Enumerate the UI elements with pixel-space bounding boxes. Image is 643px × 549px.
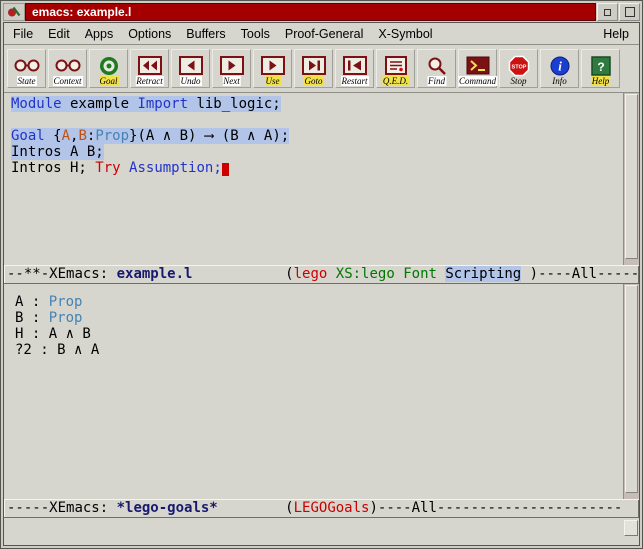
toolbar-goto-button[interactable]: Goto	[294, 49, 333, 88]
toolbar-context-label: Context	[53, 76, 83, 86]
minimize-button[interactable]	[597, 3, 618, 21]
help-icon: ?	[591, 56, 611, 76]
terminal-icon	[466, 56, 490, 75]
goals-text-area[interactable]: A : PropB : PropH : A ∧ B?2 : B ∧ A	[4, 284, 623, 499]
maximize-icon	[625, 7, 635, 17]
goals-buffer: A : PropB : PropH : A ∧ B?2 : B ∧ A	[4, 284, 639, 499]
toolbar-find-label: Find	[427, 76, 446, 86]
toolbar-retract-label: Retract	[135, 76, 164, 86]
toolbar-next-label: Next	[222, 76, 241, 86]
toolbar-undo-label: Undo	[180, 76, 202, 86]
right-triangle-icon	[220, 56, 244, 75]
svg-text:i: i	[558, 58, 562, 73]
code-line	[11, 112, 623, 128]
code-line: H : A ∧ B	[15, 326, 623, 342]
minimize-icon	[604, 9, 611, 16]
toolbar-retract-button[interactable]: Retract	[130, 49, 169, 88]
toolbar-restart-label: Restart	[341, 76, 369, 86]
right-triangle-icon	[261, 56, 285, 75]
left-triangle-icon	[179, 56, 203, 75]
editor-scrollbar-thumb[interactable]	[625, 94, 638, 259]
menu-options[interactable]: Options	[128, 27, 171, 41]
goals-modeline: -----XEmacs: *lego-goals* (LEGOGoals)---…	[4, 499, 639, 518]
code-line: Intros H; Try Assumption;	[11, 160, 623, 176]
menubar: File Edit Apps Options Buffers Tools Proof-Gen…	[4, 23, 639, 45]
code-line: Module example Import lib_logic;	[11, 96, 623, 112]
svg-text:?: ?	[597, 60, 604, 74]
menu-proof-general[interactable]: Proof-General	[285, 27, 364, 41]
toolbar-help-label: Help	[591, 76, 611, 86]
editor-buffer: Module example Import lib_logic; Goal {A…	[4, 93, 639, 265]
restart-icon	[343, 56, 367, 75]
toolbar-stop-label: Stop	[509, 76, 527, 86]
goals-scrollbar-thumb[interactable]	[625, 285, 638, 493]
toolbar-context-button[interactable]: Context	[48, 49, 87, 88]
menu-edit[interactable]: Edit	[48, 27, 70, 41]
code-line: B : Prop	[15, 310, 623, 326]
window-title[interactable]: emacs: example.l	[25, 3, 596, 21]
toolbar-undo-button[interactable]: Undo	[171, 49, 210, 88]
menu-buffers[interactable]: Buffers	[186, 27, 225, 41]
editor-scrollbar[interactable]	[623, 93, 639, 265]
stop-sign-icon: STOP	[508, 55, 530, 77]
toolbar-goal-button[interactable]: Goal	[89, 49, 128, 88]
toolbar-state-button[interactable]: State	[7, 49, 46, 88]
toolbar-state-label: State	[17, 76, 37, 86]
toolbar-goal-label: Goal	[99, 76, 119, 86]
code-line: Intros A B;	[11, 144, 623, 160]
toolbar-qed-button[interactable]: Q.E.D.	[376, 49, 415, 88]
double-left-triangle-icon	[138, 56, 162, 75]
menu-tools[interactable]: Tools	[241, 27, 270, 41]
toolbar-info-label: Info	[551, 76, 568, 86]
menu-help[interactable]: Help	[603, 27, 629, 41]
editor-text-area[interactable]: Module example Import lib_logic; Goal {A…	[4, 93, 623, 265]
toolbar-use-label: Use	[265, 76, 281, 86]
magnifier-icon	[427, 56, 447, 76]
toolbar-help-button[interactable]: ? Help	[581, 49, 620, 88]
right-triangle-bar-icon	[302, 56, 326, 75]
menu-apps[interactable]: Apps	[85, 27, 114, 41]
code-line: A : Prop	[15, 294, 623, 310]
titlebar: emacs: example.l	[3, 3, 640, 21]
xemacs-window: emacs: example.l File Edit Apps Options Buff…	[0, 0, 643, 549]
maximize-button[interactable]	[619, 3, 640, 21]
menu-file[interactable]: File	[13, 27, 33, 41]
window-menu-icon[interactable]	[3, 3, 25, 21]
toolbar-use-button[interactable]: Use	[253, 49, 292, 88]
toolbar-goto-label: Goto	[304, 76, 324, 86]
toolbar-command-button[interactable]: Command	[458, 49, 497, 88]
goggles-icon	[14, 59, 40, 72]
minibuffer[interactable]	[4, 518, 639, 545]
toolbar-stop-button[interactable]: STOP Stop	[499, 49, 538, 88]
toolbar-restart-button[interactable]: Restart	[335, 49, 374, 88]
goals-scrollbar[interactable]	[623, 284, 639, 499]
svg-text:STOP: STOP	[511, 64, 526, 70]
toolbar-find-button[interactable]: Find	[417, 49, 456, 88]
target-icon	[99, 56, 119, 76]
toolbar: State Context Goal Retract Undo Next Use Goto Re…	[4, 45, 639, 93]
info-circle-icon: i	[550, 56, 570, 76]
menu-x-symbol[interactable]: X-Symbol	[378, 27, 432, 41]
text-cursor	[222, 163, 229, 176]
scroll-icon	[385, 56, 407, 75]
toolbar-command-label: Command	[458, 76, 497, 86]
editor-modeline: --**-XEmacs: example.l (lego XS:lego Fon…	[4, 265, 639, 284]
resize-grip[interactable]	[624, 520, 638, 536]
goggles-icon	[55, 59, 81, 72]
toolbar-next-button[interactable]: Next	[212, 49, 251, 88]
code-line: Goal {A,B:Prop}(A ∧ B) ⟶ (B ∧ A);	[11, 128, 623, 144]
toolbar-info-button[interactable]: i Info	[540, 49, 579, 88]
window-frame: File Edit Apps Options Buffers Tools Proof-Gen…	[3, 22, 640, 546]
xemacs-logo-icon	[7, 6, 21, 18]
code-line: ?2 : B ∧ A	[15, 342, 623, 358]
toolbar-qed-label: Q.E.D.	[382, 76, 409, 86]
